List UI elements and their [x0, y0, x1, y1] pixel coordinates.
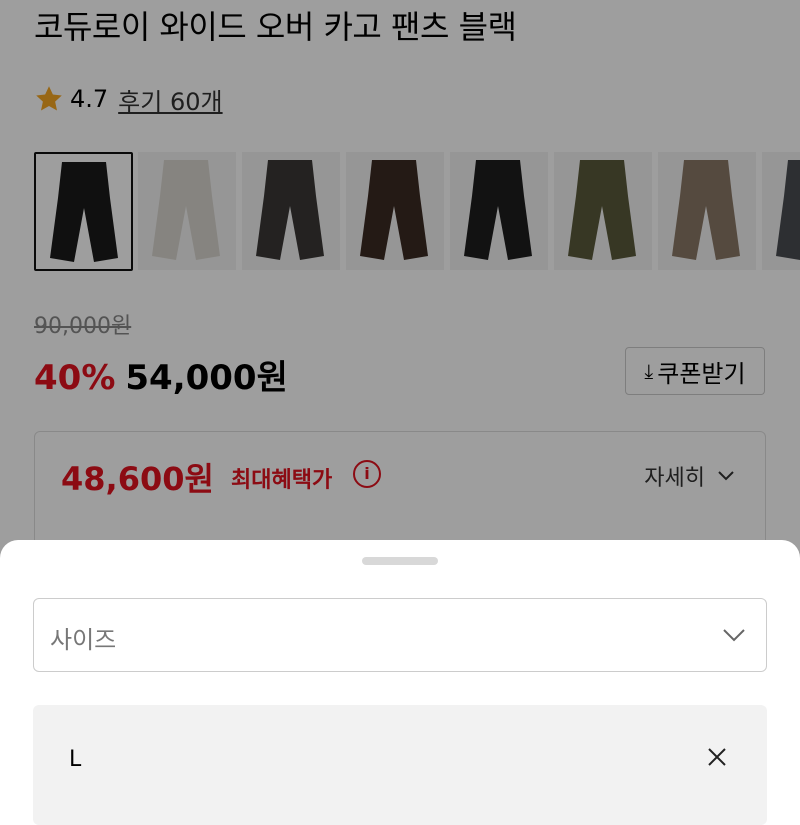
size-select-placeholder: 사이즈 [50, 626, 117, 654]
size-select[interactable]: 사이즈 [33, 598, 767, 672]
selected-option: L [33, 705, 767, 825]
chevron-down-icon [723, 629, 745, 642]
option-bottom-sheet: 사이즈 L [0, 540, 800, 825]
close-icon[interactable] [707, 747, 727, 767]
drag-handle[interactable] [362, 557, 438, 565]
selected-size-label: L [69, 747, 82, 772]
